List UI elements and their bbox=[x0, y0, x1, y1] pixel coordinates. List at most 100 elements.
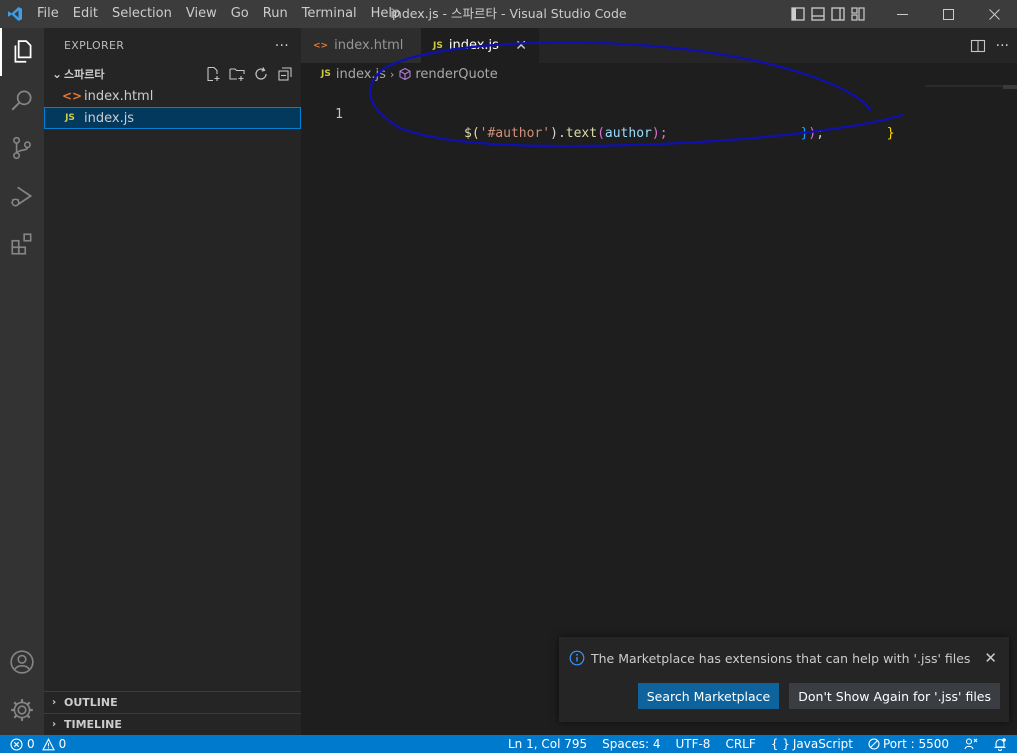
toggle-panel-icon[interactable] bbox=[811, 7, 825, 21]
outline-section[interactable]: › OUTLINE bbox=[44, 691, 301, 713]
code-token: $( bbox=[464, 126, 480, 141]
file-item-index-html[interactable]: <> index.html bbox=[44, 85, 301, 107]
encoding[interactable]: UTF-8 bbox=[675, 737, 710, 751]
code-token: ) bbox=[550, 126, 558, 141]
overview-ruler[interactable] bbox=[1003, 85, 1017, 89]
menu-file[interactable]: File bbox=[30, 0, 66, 28]
notifications-bell-icon[interactable] bbox=[993, 737, 1007, 751]
more-actions-icon[interactable]: ··· bbox=[275, 38, 289, 54]
more-actions-icon[interactable]: ··· bbox=[996, 38, 1009, 54]
status-bar: 0 0 Ln 1, Col 795 Spaces: 4 UTF-8 CRLF {… bbox=[0, 735, 1017, 753]
code-token: ; bbox=[816, 126, 825, 141]
toggle-secondary-sidebar-icon[interactable] bbox=[831, 7, 845, 21]
html-file-icon: <> bbox=[313, 40, 329, 51]
language-mode[interactable]: { } JavaScript bbox=[771, 737, 853, 751]
breadcrumb-file[interactable]: index.js bbox=[336, 67, 386, 82]
error-icon bbox=[10, 737, 23, 751]
close-tab-icon[interactable]: ✕ bbox=[515, 38, 527, 54]
maximize-icon bbox=[942, 8, 954, 20]
status-right: Ln 1, Col 795 Spaces: 4 UTF-8 CRLF { } J… bbox=[508, 737, 1017, 751]
chevron-down-icon: ⌄ bbox=[51, 67, 63, 81]
activity-run-debug[interactable] bbox=[0, 172, 44, 220]
code-token: '#author' bbox=[479, 126, 551, 141]
feedback-icon[interactable] bbox=[964, 737, 978, 751]
refresh-icon[interactable] bbox=[253, 66, 269, 82]
explorer-header: EXPLORER ··· bbox=[44, 28, 301, 63]
file-item-index-js[interactable]: JS index.js bbox=[44, 107, 301, 129]
activity-source-control[interactable] bbox=[0, 124, 44, 172]
code-text[interactable]: $('#author').text(author); }); } bbox=[464, 124, 895, 143]
chevron-right-icon: › bbox=[51, 719, 57, 730]
live-server-port[interactable]: Port : 5500 bbox=[868, 737, 949, 751]
collapse-all-icon[interactable] bbox=[277, 66, 293, 82]
folder-name: 스파르타 bbox=[64, 68, 105, 81]
close-window-button[interactable] bbox=[971, 0, 1017, 28]
dont-show-again-button[interactable]: Don't Show Again for '.jss' files bbox=[789, 683, 1000, 709]
warning-icon bbox=[41, 737, 55, 750]
menu-go[interactable]: Go bbox=[224, 0, 256, 28]
menu-edit[interactable]: Edit bbox=[66, 0, 105, 28]
file-name: index.js bbox=[84, 110, 135, 126]
minimize-button[interactable] bbox=[879, 0, 925, 28]
extensions-icon bbox=[11, 233, 32, 255]
new-folder-icon[interactable] bbox=[229, 66, 245, 82]
breadcrumb: JS index.js › renderQuote bbox=[301, 63, 1017, 85]
section-title: TIMELINE bbox=[64, 718, 122, 731]
explorer-icon bbox=[14, 40, 32, 63]
port-label: Port : 5500 bbox=[883, 737, 949, 751]
code-token: ); bbox=[651, 126, 668, 141]
maximize-button[interactable] bbox=[925, 0, 971, 28]
breadcrumb-symbol[interactable]: renderQuote bbox=[415, 67, 497, 82]
split-editor-icon[interactable] bbox=[970, 38, 986, 54]
menu-view[interactable]: View bbox=[179, 0, 224, 28]
title-bar: File Edit Selection View Go Run Terminal… bbox=[0, 0, 1017, 28]
menu-help[interactable]: Help bbox=[364, 0, 408, 28]
minimize-icon bbox=[896, 13, 908, 15]
manage-gear-icon bbox=[11, 699, 33, 721]
block-icon bbox=[868, 738, 880, 750]
menu-run[interactable]: Run bbox=[256, 0, 295, 28]
activity-extensions[interactable] bbox=[0, 220, 44, 268]
vscode-logo-icon bbox=[0, 0, 30, 28]
menu-selection[interactable]: Selection bbox=[105, 0, 179, 28]
layout-controls bbox=[791, 7, 865, 21]
tab-label: index.js bbox=[448, 38, 499, 53]
menu-terminal[interactable]: Terminal bbox=[295, 0, 364, 28]
timeline-section[interactable]: › TIMELINE bbox=[44, 713, 301, 735]
chevron-right-icon: › bbox=[51, 697, 57, 708]
close-icon bbox=[988, 8, 1000, 20]
end-of-line[interactable]: CRLF bbox=[725, 737, 755, 751]
customize-layout-icon[interactable] bbox=[851, 7, 865, 21]
activity-search[interactable] bbox=[0, 76, 44, 124]
workspace-folder[interactable]: ⌄ 스파르타 bbox=[44, 63, 301, 85]
indentation[interactable]: Spaces: 4 bbox=[602, 737, 660, 751]
folder-actions bbox=[205, 66, 301, 82]
search-marketplace-button[interactable]: Search Marketplace bbox=[637, 683, 780, 709]
activity-manage[interactable] bbox=[0, 686, 44, 734]
problems-indicator[interactable]: 0 0 bbox=[0, 737, 66, 751]
minimap[interactable] bbox=[925, 85, 1003, 87]
close-notification-icon[interactable]: ✕ bbox=[984, 649, 997, 667]
notification-text: The Marketplace has extensions that can … bbox=[591, 650, 971, 666]
account-icon bbox=[10, 650, 34, 674]
editor-actions: ··· bbox=[970, 28, 1009, 63]
code-line[interactable]: 1 $('#author').text(author); }); } bbox=[301, 86, 925, 141]
line-number: 1 bbox=[335, 107, 343, 122]
js-file-icon: JS bbox=[65, 113, 75, 123]
activity-bar bbox=[0, 28, 44, 735]
search-icon bbox=[11, 90, 32, 111]
explorer-sidebar: EXPLORER ··· ⌄ 스파르타 <> index.html JS ind… bbox=[44, 28, 301, 735]
activity-accounts[interactable] bbox=[0, 638, 44, 686]
warning-count: 0 bbox=[58, 737, 67, 751]
tab-index-html[interactable]: <> index.html bbox=[301, 28, 421, 63]
toggle-primary-sidebar-icon[interactable] bbox=[791, 7, 805, 21]
activity-explorer[interactable] bbox=[0, 28, 44, 76]
code-token: ( bbox=[597, 126, 605, 141]
tab-index-js[interactable]: JS index.js ✕ bbox=[421, 28, 539, 63]
cursor-position[interactable]: Ln 1, Col 795 bbox=[508, 737, 587, 751]
new-file-icon[interactable] bbox=[205, 66, 221, 82]
window-controls bbox=[791, 0, 1017, 28]
js-file-icon: JS bbox=[433, 40, 443, 51]
